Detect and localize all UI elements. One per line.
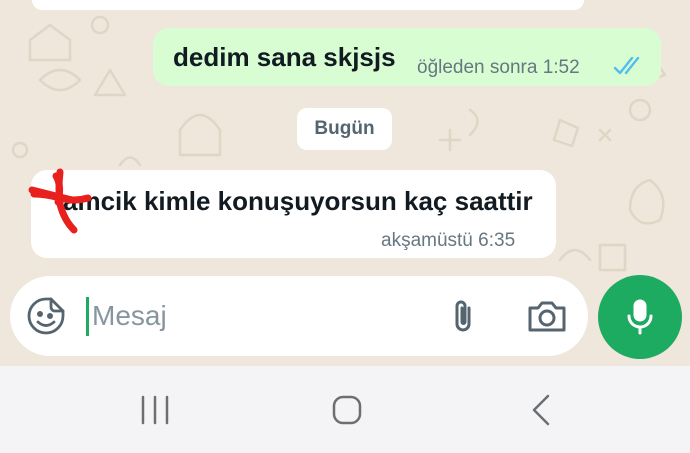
outgoing-message-bubble[interactable]: dedim sana skjsjs öğleden sonra 1:52 bbox=[153, 28, 661, 86]
chat-background: dedim sana skjsjs öğleden sonra 1:52 Bug… bbox=[0, 0, 690, 366]
voice-record-button[interactable] bbox=[598, 275, 682, 359]
recent-apps-icon[interactable] bbox=[133, 388, 177, 432]
paperclip-icon[interactable] bbox=[443, 296, 483, 336]
incoming-message-bubble[interactable]: amcik kimle konuşuyorsun kaç saattir akş… bbox=[31, 170, 556, 258]
message-input[interactable] bbox=[92, 294, 422, 338]
system-navigation-bar bbox=[0, 366, 690, 453]
microphone-icon bbox=[627, 299, 653, 335]
message-composer bbox=[10, 276, 588, 356]
message-timestamp: öğleden sonra 1:52 bbox=[417, 57, 580, 78]
double-check-read-icon bbox=[613, 56, 640, 75]
red-scribble-annotation bbox=[28, 168, 92, 234]
home-icon[interactable] bbox=[325, 388, 369, 432]
text-cursor bbox=[86, 297, 89, 336]
message-text: amcik kimle konuşuyorsun kaç saattir bbox=[63, 186, 533, 216]
message-text: dedim sana skjsjs bbox=[173, 42, 396, 72]
back-icon[interactable] bbox=[520, 388, 564, 432]
date-divider: Bugün bbox=[297, 108, 392, 150]
camera-icon[interactable] bbox=[526, 296, 568, 336]
sticker-emoji-icon[interactable] bbox=[26, 296, 66, 336]
message-timestamp: akşamüstü 6:35 bbox=[381, 230, 516, 251]
previous-message-bubble bbox=[32, 0, 584, 10]
